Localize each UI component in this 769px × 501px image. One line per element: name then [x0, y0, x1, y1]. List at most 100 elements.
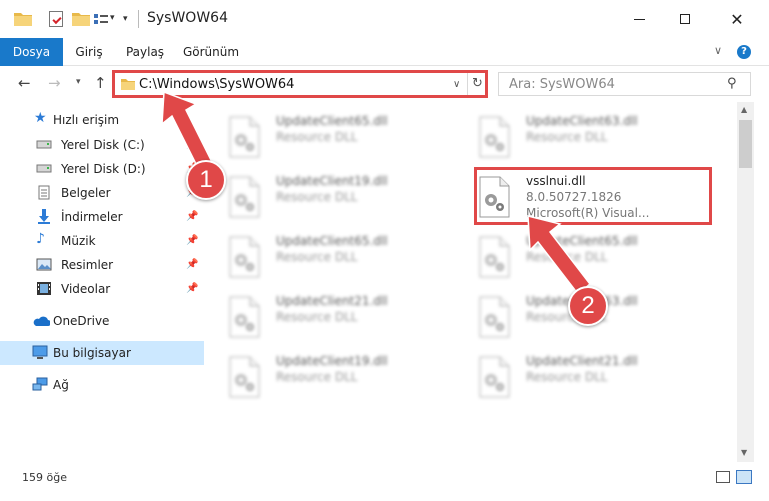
- file-description: Resource DLL: [276, 370, 358, 384]
- file-item[interactable]: UpdateClient19.dll Resource DLL: [204, 168, 434, 224]
- folder-icon[interactable]: [14, 12, 32, 26]
- file-name: UpdateClient65.dll: [276, 234, 388, 248]
- search-placeholder: Ara: SysWOW64: [509, 77, 615, 92]
- file-description: Resource DLL: [526, 250, 608, 264]
- address-highlight-box: [112, 70, 488, 98]
- tab-home[interactable]: Giriş: [70, 38, 108, 66]
- pin-icon[interactable]: 📌: [186, 139, 198, 150]
- step-badge-1: 1: [186, 160, 226, 200]
- back-arrow-icon[interactable]: ←: [18, 74, 31, 92]
- recent-locations-icon[interactable]: ▾: [76, 77, 81, 87]
- chevron-down-icon[interactable]: ▾: [110, 13, 115, 23]
- sidebar-item-label: İndirmeler: [61, 210, 123, 224]
- sidebar-item-label: Belgeler: [61, 186, 111, 200]
- status-bar: 159 öğe: [0, 462, 769, 501]
- dll-file-icon: [229, 296, 260, 338]
- file-item[interactable]: UpdateClient65.dll Resource DLL: [454, 228, 684, 284]
- file-name: UpdateClient19.dll: [276, 174, 388, 188]
- file-name: UpdateClient21.dll: [276, 294, 388, 308]
- sidebar-item-label: OneDrive: [53, 314, 110, 328]
- dll-file-icon: [479, 236, 510, 278]
- sidebar-item-label: Yerel Disk (D:): [61, 162, 146, 176]
- file-list: UpdateClient65.dll Resource DLL UpdateCl…: [204, 102, 737, 462]
- file-highlight-box: [474, 167, 712, 225]
- file-item[interactable]: UpdateClient21.dll Resource DLL: [454, 348, 684, 404]
- pin-icon[interactable]: 📌: [186, 259, 198, 270]
- file-description: Resource DLL: [276, 310, 358, 324]
- sidebar-item-label: Videolar: [61, 282, 111, 296]
- file-item[interactable]: UpdateClient65.dll Resource DLL: [204, 108, 434, 164]
- large-icons-view-icon[interactable]: [736, 470, 752, 484]
- sidebar-item-quick-access[interactable]: ★ Hızlı erişim: [0, 108, 204, 132]
- close-button[interactable]: ✕: [714, 0, 760, 38]
- tab-share[interactable]: Paylaş: [122, 38, 168, 66]
- dll-file-icon: [229, 116, 260, 158]
- title-bar: ▾ ▾ SysWOW64 ✕: [0, 0, 769, 38]
- sidebar-item-label: Ağ: [53, 378, 69, 392]
- scroll-up-icon[interactable]: ▲: [741, 105, 747, 114]
- dll-file-icon: [229, 176, 260, 218]
- vertical-scrollbar[interactable]: ▲ ▼: [737, 102, 754, 462]
- download-icon: [38, 209, 50, 224]
- close-icon: ✕: [730, 9, 744, 29]
- up-arrow-icon[interactable]: ↑: [94, 74, 107, 92]
- tab-view[interactable]: Görünüm: [180, 38, 242, 66]
- videos-icon: [37, 282, 51, 295]
- file-item[interactable]: UpdateClient21.dll Resource DLL: [204, 288, 434, 344]
- dll-file-icon: [229, 236, 260, 278]
- file-item[interactable]: UpdateClient19.dll Resource DLL: [204, 348, 434, 404]
- documents-icon: [38, 185, 50, 200]
- help-icon[interactable]: ?: [737, 45, 751, 59]
- sidebar-item-local-disk-d[interactable]: Yerel Disk (D:) 📌: [0, 157, 204, 181]
- sidebar-item-this-pc[interactable]: Bu bilgisayar: [0, 341, 204, 365]
- sidebar-item-pictures[interactable]: Resimler 📌: [0, 253, 204, 277]
- file-description: Resource DLL: [526, 130, 608, 144]
- sidebar-item-downloads[interactable]: İndirmeler 📌: [0, 205, 204, 229]
- step-badge-2: 2: [568, 286, 608, 326]
- file-name: UpdateClient63.dll: [526, 114, 638, 128]
- drive-icon: [36, 164, 52, 173]
- file-description: Resource DLL: [526, 370, 608, 384]
- sidebar-item-music[interactable]: ♪ Müzik 📌: [0, 229, 204, 253]
- details-view-icon[interactable]: [716, 471, 730, 483]
- search-input[interactable]: Ara: SysWOW64 ⚲: [498, 72, 751, 96]
- view-list-icon[interactable]: [94, 14, 108, 26]
- file-name: UpdateClient21.dll: [526, 354, 638, 368]
- ribbon-tabs: Dosya Giriş Paylaş Görünüm ∨ ?: [0, 38, 769, 94]
- pictures-icon: [36, 258, 52, 271]
- expand-ribbon-icon[interactable]: ∨: [714, 44, 722, 57]
- file-description: Resource DLL: [276, 250, 358, 264]
- scroll-down-icon[interactable]: ▼: [741, 448, 747, 457]
- drive-icon: [36, 140, 52, 149]
- sidebar-item-label: Müzik: [61, 234, 96, 248]
- search-icon[interactable]: ⚲: [727, 76, 737, 91]
- sidebar-item-onedrive[interactable]: OneDrive: [0, 309, 204, 333]
- explorer-window: ▾ ▾ SysWOW64 ✕ Dosya Giriş Paylaş Görünü…: [0, 0, 769, 501]
- pin-icon[interactable]: 📌: [186, 283, 198, 294]
- file-description: Resource DLL: [276, 130, 358, 144]
- forward-arrow-icon[interactable]: →: [48, 74, 61, 92]
- new-folder-icon[interactable]: [72, 12, 90, 26]
- dll-file-icon: [229, 356, 260, 398]
- network-icon: [32, 377, 48, 391]
- minimize-button[interactable]: [616, 0, 662, 38]
- scrollbar-thumb[interactable]: [739, 120, 752, 168]
- file-item[interactable]: UpdateClient65.dll Resource DLL: [204, 228, 434, 284]
- customize-toolbar-icon[interactable]: ▾: [123, 14, 128, 24]
- file-name: UpdateClient65.dll: [526, 234, 638, 248]
- maximize-button[interactable]: [662, 0, 708, 38]
- pin-icon[interactable]: 📌: [186, 235, 198, 246]
- window-title: SysWOW64: [147, 10, 228, 26]
- sidebar-item-network[interactable]: Ağ: [0, 373, 204, 397]
- file-description: Resource DLL: [276, 190, 358, 204]
- pin-icon[interactable]: 📌: [186, 211, 198, 222]
- dll-file-icon: [479, 296, 510, 338]
- file-name: UpdateClient19.dll: [276, 354, 388, 368]
- file-item[interactable]: UpdateClient63.dll Resource DLL: [454, 108, 684, 164]
- properties-check-icon[interactable]: [49, 11, 63, 27]
- sidebar-item-videos[interactable]: Videolar 📌: [0, 277, 204, 301]
- sidebar-item-documents[interactable]: Belgeler 📌: [0, 181, 204, 205]
- sidebar-item-local-disk-c[interactable]: Yerel Disk (C:) 📌: [0, 133, 204, 157]
- sidebar-item-label: Yerel Disk (C:): [61, 138, 145, 152]
- sidebar-item-label: Bu bilgisayar: [53, 346, 131, 360]
